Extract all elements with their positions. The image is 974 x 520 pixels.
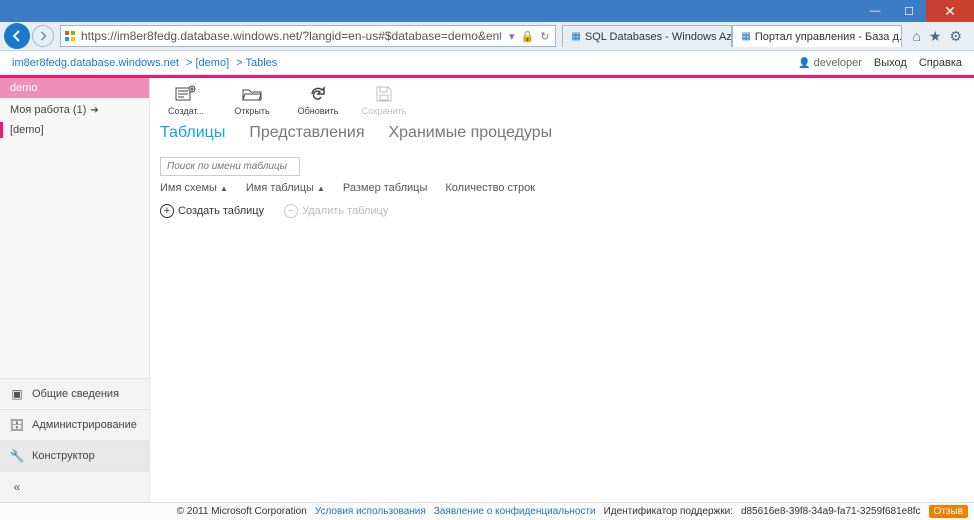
tab-favicon: ▦ bbox=[741, 31, 750, 42]
nav-back-button[interactable] bbox=[4, 23, 30, 49]
home-icon[interactable]: ⌂ bbox=[912, 28, 920, 44]
refresh-toolbar-icon bbox=[304, 84, 332, 104]
table-search-input[interactable] bbox=[160, 157, 300, 176]
sidebar-designer[interactable]: 🔧 Конструктор bbox=[0, 440, 149, 471]
col-rowcount[interactable]: Количество строк bbox=[445, 182, 535, 194]
tab-views[interactable]: Представления bbox=[249, 124, 364, 142]
crumb-server[interactable]: im8er8fedg.database.windows.net bbox=[12, 57, 179, 69]
url-input[interactable] bbox=[77, 29, 505, 43]
table-column-headers: Имя схемы▲ Имя таблицы▲ Размер таблицы К… bbox=[150, 180, 974, 200]
delete-table-label: Удалить таблицу bbox=[302, 205, 388, 217]
toolbar-open-label: Открыть bbox=[234, 106, 269, 116]
crumb-section[interactable]: Tables bbox=[245, 57, 277, 69]
portal-header: im8er8fedg.database.windows.net > [demo]… bbox=[0, 51, 974, 75]
site-favicon bbox=[63, 29, 77, 43]
logout-link[interactable]: Выход bbox=[874, 57, 907, 69]
admin-icon: 🗄 bbox=[10, 418, 24, 432]
window-close-button[interactable]: ✕ bbox=[926, 0, 974, 22]
toolbar-refresh-label: Обновить bbox=[298, 106, 339, 116]
breadcrumb: im8er8fedg.database.windows.net > [demo]… bbox=[12, 57, 281, 69]
window-maximize-button[interactable]: ☐ bbox=[892, 0, 926, 22]
footer-support-label: Идентификатор поддержки: bbox=[604, 506, 733, 517]
create-table-button[interactable]: + Создать таблицу bbox=[160, 204, 264, 218]
footer: © 2011 Microsoft Corporation Условия исп… bbox=[0, 502, 974, 520]
designer-icon: 🔧 bbox=[10, 449, 24, 463]
sort-asc-icon: ▲ bbox=[220, 184, 228, 193]
plus-icon: + bbox=[160, 204, 174, 218]
browser-tabs: ▦ SQL Databases - Windows Azure ▦ Портал… bbox=[562, 25, 902, 47]
tab-1-label: SQL Databases - Windows Azure bbox=[585, 31, 733, 43]
favorites-icon[interactable]: ★ bbox=[929, 28, 942, 45]
sidebar-mywork[interactable]: Моя работа (1) ➔ bbox=[0, 98, 149, 122]
tab-sprocs[interactable]: Хранимые процедуры bbox=[388, 124, 552, 142]
create-table-label: Создать таблицу bbox=[178, 205, 264, 217]
url-dropdown-icon[interactable]: ▾ bbox=[509, 30, 515, 43]
new-query-icon bbox=[172, 84, 200, 104]
sidebar-overview[interactable]: ▣ Общие сведения bbox=[0, 378, 149, 409]
tab-favicon: ▦ bbox=[571, 31, 580, 42]
chevron-left-icon: « bbox=[10, 480, 24, 494]
toolbar-save-button: Сохранить bbox=[358, 84, 410, 116]
nav-forward-button[interactable] bbox=[32, 25, 54, 47]
help-link[interactable]: Справка bbox=[919, 57, 962, 69]
address-bar[interactable]: ▾ 🔒 ↻ bbox=[60, 25, 556, 47]
expand-icon: ➔ bbox=[90, 105, 98, 116]
sidebar-bottom: ▣ Общие сведения 🗄 Администрирование 🔧 К… bbox=[0, 378, 149, 502]
footer-support-id: d85616e8-39f8-34a9-fa71-3259f681e8fc bbox=[741, 506, 921, 517]
window-titlebar: — ☐ ✕ bbox=[0, 0, 974, 22]
footer-copyright: © 2011 Microsoft Corporation bbox=[177, 506, 307, 517]
content-area: Создат... Открыть Обновить Сохранить bbox=[150, 78, 974, 502]
browser-chrome: ▾ 🔒 ↻ ▦ SQL Databases - Windows Azure ▦ … bbox=[0, 22, 974, 51]
sort-asc-icon: ▲ bbox=[317, 184, 325, 193]
save-icon bbox=[370, 84, 398, 104]
current-user: developer bbox=[798, 57, 862, 69]
sidebar-db-header[interactable]: demo bbox=[0, 78, 149, 98]
sidebar-collapse[interactable]: « bbox=[0, 471, 149, 502]
address-bar-right: ▾ 🔒 ↻ bbox=[505, 30, 553, 43]
toolbar-new-label: Создат... bbox=[168, 106, 204, 116]
content-tabs: Таблицы Представления Хранимые процедуры bbox=[150, 120, 974, 151]
toolbar-open-button[interactable]: Открыть bbox=[226, 84, 278, 116]
minus-icon: − bbox=[284, 204, 298, 218]
toolbar-refresh-button[interactable]: Обновить bbox=[292, 84, 344, 116]
overview-icon: ▣ bbox=[10, 387, 24, 401]
col-tablename[interactable]: Имя таблицы▲ bbox=[246, 182, 325, 194]
browser-tab-1[interactable]: ▦ SQL Databases - Windows Azure bbox=[562, 25, 732, 47]
sidebar-designer-label: Конструктор bbox=[32, 450, 95, 462]
toolbar-save-label: Сохранить bbox=[362, 106, 407, 116]
refresh-icon[interactable]: ↻ bbox=[540, 30, 549, 43]
window-minimize-button[interactable]: — bbox=[858, 0, 892, 22]
tab-tables[interactable]: Таблицы bbox=[160, 124, 225, 142]
crumb-database[interactable]: [demo] bbox=[196, 57, 230, 69]
footer-feedback-button[interactable]: Отзыв bbox=[929, 505, 968, 518]
footer-terms-link[interactable]: Условия использования bbox=[315, 506, 426, 517]
tools-icon[interactable]: ⚙ bbox=[949, 28, 962, 45]
tab-2-label: Портал управления - База д... bbox=[755, 31, 903, 43]
toolbar-new-button[interactable]: Создат... bbox=[160, 84, 212, 116]
browser-tab-2[interactable]: ▦ Портал управления - База д... ✕ bbox=[732, 25, 902, 47]
sidebar-overview-label: Общие сведения bbox=[32, 388, 119, 400]
col-size[interactable]: Размер таблицы bbox=[343, 182, 427, 194]
sidebar-item-demo[interactable]: [demo] bbox=[0, 122, 149, 138]
sidebar: demo Моя работа (1) ➔ [demo] ▣ Общие све… bbox=[0, 78, 150, 502]
toolbar: Создат... Открыть Обновить Сохранить bbox=[150, 84, 974, 120]
footer-privacy-link[interactable]: Заявление о конфиденциальности bbox=[434, 506, 596, 517]
row-actions: + Создать таблицу − Удалить таблицу bbox=[150, 200, 974, 222]
sidebar-admin-label: Администрирование bbox=[32, 419, 137, 431]
main-area: demo Моя работа (1) ➔ [demo] ▣ Общие све… bbox=[0, 78, 974, 502]
delete-table-button: − Удалить таблицу bbox=[284, 204, 388, 218]
sidebar-admin[interactable]: 🗄 Администрирование bbox=[0, 409, 149, 440]
col-schema[interactable]: Имя схемы▲ bbox=[160, 182, 228, 194]
sidebar-mywork-label: Моя работа (1) bbox=[10, 104, 86, 116]
lock-icon: 🔒 bbox=[520, 30, 534, 43]
open-icon bbox=[238, 84, 266, 104]
